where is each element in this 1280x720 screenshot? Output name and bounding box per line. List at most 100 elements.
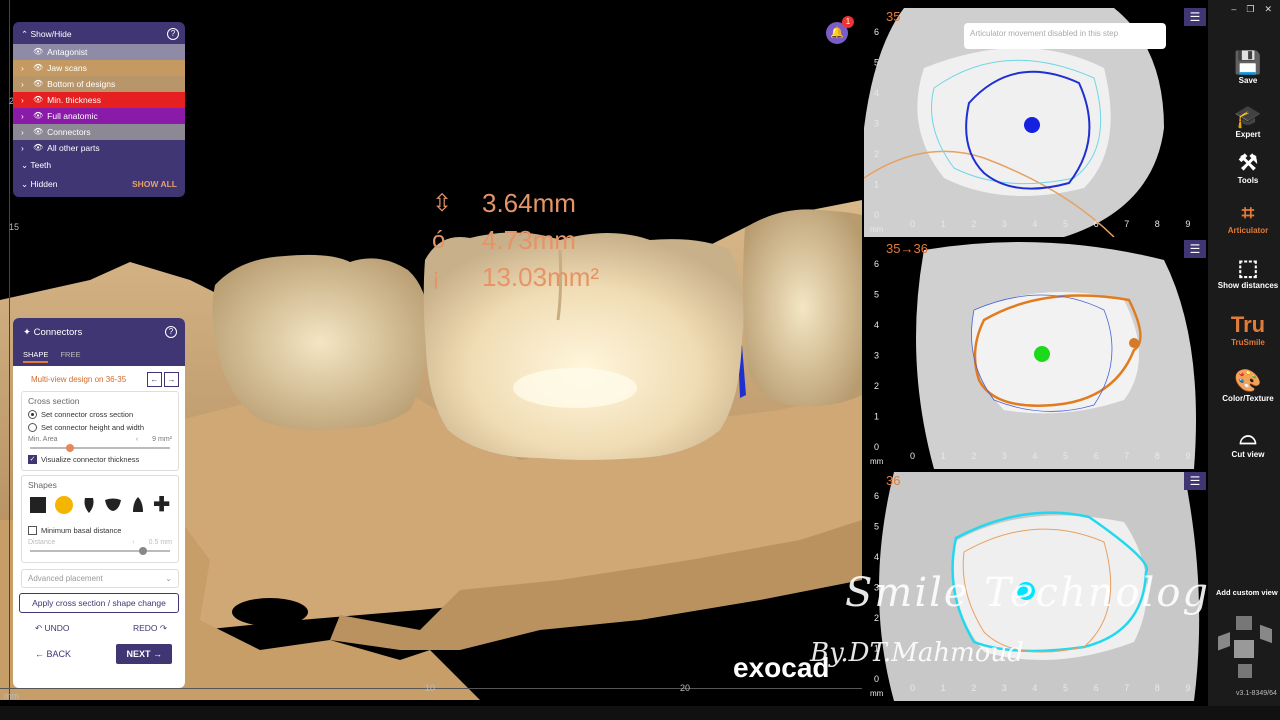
tab-free[interactable]: FREE <box>60 350 80 363</box>
chevron-right-icon[interactable]: › <box>21 92 29 108</box>
toolbar-tools-button[interactable]: ⚒ Tools <box>1208 150 1280 185</box>
shield-shape-icon[interactable] <box>104 498 122 512</box>
toolbar-save-button[interactable]: 💾 Save <box>1208 50 1280 85</box>
layer-row[interactable]: › 👁 All other parts <box>13 140 185 156</box>
redo-label: REDO <box>132 623 158 633</box>
radio-height-width[interactable]: Set connector height and width <box>28 423 172 432</box>
chevron-right-icon[interactable]: › <box>21 60 29 76</box>
axis-tick-x: 5 <box>1063 219 1068 229</box>
distance-labels: Distance ‹ 0.5 mm <box>28 539 172 546</box>
notification-badge: 1 <box>842 16 854 28</box>
view-label: 36 <box>886 473 901 488</box>
layer-row[interactable]: › 👁 Jaw scans <box>13 60 185 76</box>
decrement-icon[interactable]: ‹ <box>136 436 138 443</box>
chevron-right-icon[interactable]: › <box>21 140 29 156</box>
toolbar-show-distances-button[interactable]: ⬚ Show distances <box>1208 255 1280 290</box>
toolbar-label: Show distances <box>1217 281 1279 290</box>
chevron-right-icon[interactable]: › <box>21 124 29 140</box>
radio-label: Set connector cross section <box>41 410 134 419</box>
scan-hole <box>232 598 308 626</box>
next-button[interactable]: NEXT → <box>116 644 172 664</box>
watermark-title: Smile Technology <box>845 570 1235 616</box>
bullet-shape-icon[interactable] <box>132 496 144 514</box>
back-label: BACK <box>46 649 72 659</box>
restore-icon[interactable]: ❐ <box>1246 4 1254 15</box>
view-menu-icon[interactable]: ☰ <box>1184 472 1206 490</box>
arrow-left-icon[interactable]: ← <box>147 372 162 387</box>
bell-icon[interactable]: 🔔 1 <box>826 16 854 44</box>
help-icon[interactable]: ? <box>167 28 179 40</box>
layer-row[interactable]: › 👁 Full anatomic <box>13 108 185 124</box>
view-menu-icon[interactable]: ☰ <box>1184 240 1206 258</box>
layer-row[interactable]: › 👁 Min. thickness <box>13 92 185 108</box>
view-connector-35-36[interactable]: 0 1 2 3 4 5 6 7 8 9 0 1 2 3 4 5 6 mm 35→36 ☰ <box>864 240 1208 469</box>
tab-shape[interactable]: SHAPE <box>23 350 49 363</box>
toolbar-label: Color/Texture <box>1222 394 1274 403</box>
plus-shape-icon[interactable]: ✚ <box>153 495 170 515</box>
min-basal-checkbox[interactable]: Minimum basal distance <box>28 526 172 535</box>
layer-row[interactable]: › 👁 Connectors <box>13 124 185 140</box>
axis-tick-y: 1 <box>874 412 879 422</box>
chevron-right-icon[interactable]: › <box>21 108 29 124</box>
checkbox-label: Visualize connector thickness <box>41 455 140 464</box>
toolbar-cut-view-button[interactable]: ⌓ Cut view <box>1208 424 1280 459</box>
radio-cross-section[interactable]: Set connector cross section <box>28 410 172 419</box>
advanced-placement-dropdown[interactable]: Advanced placement ⌄ <box>21 569 179 588</box>
min-area-slider[interactable] <box>30 444 170 452</box>
undo-label: UNDO <box>44 623 70 633</box>
multi-view-label: Multi-view design on 36-35 <box>31 375 127 384</box>
eye-icon[interactable]: 👁 <box>33 140 43 156</box>
connector-center-dot <box>1034 346 1050 362</box>
square-shape-icon[interactable] <box>30 497 46 513</box>
view-menu-icon[interactable]: ☰ <box>1184 8 1206 26</box>
teeth-group[interactable]: ⌄ Teeth <box>13 156 185 175</box>
checkbox-icon[interactable] <box>28 526 37 535</box>
eye-icon[interactable]: 👁 <box>33 124 43 140</box>
eye-icon[interactable]: 👁 <box>33 44 43 60</box>
eye-icon[interactable]: 👁 <box>33 76 43 92</box>
layer-row[interactable]: 👁 Antagonist <box>13 44 185 60</box>
minimize-icon[interactable]: – <box>1231 4 1236 15</box>
undo-redo-row: ↶ UNDO REDO ↷ <box>13 613 185 634</box>
undo-button[interactable]: ↶ UNDO <box>35 623 70 634</box>
chevron-up-icon[interactable]: ⌃ Show/Hide <box>21 29 72 40</box>
drop-shape-icon[interactable] <box>83 496 95 514</box>
view-orientation-icon[interactable] <box>1214 612 1276 684</box>
radio-icon[interactable] <box>28 423 37 432</box>
axis-tick-x: 7 <box>1124 219 1129 229</box>
toolbar-trusmile-button[interactable]: Tru TruSmile <box>1208 312 1280 347</box>
visualize-thickness-checkbox[interactable]: ✓ Visualize connector thickness <box>28 455 172 464</box>
eye-icon[interactable]: 👁 <box>33 108 43 124</box>
axis-tick-x: 0 <box>910 451 915 461</box>
slider-handle[interactable] <box>66 444 75 452</box>
circle-shape-icon[interactable] <box>55 496 74 514</box>
checkbox-checked-icon[interactable]: ✓ <box>28 455 37 464</box>
toolbar-expert-button[interactable]: 🎓 Expert <box>1208 104 1280 139</box>
eye-icon[interactable]: 👁 <box>33 60 43 76</box>
show-hide-header[interactable]: ⌃ Show/Hide ? <box>13 26 185 44</box>
decrement-icon[interactable]: ‹ <box>132 539 134 546</box>
toolbar-articulator-button[interactable]: ⌗ Articulator <box>1208 200 1280 235</box>
hidden-group[interactable]: ⌄ Hidden SHOW ALL <box>13 175 185 194</box>
axis-tick-x: 8 <box>1155 219 1160 229</box>
back-button[interactable]: ← BACK <box>35 649 71 659</box>
axis-tick-y: 3 <box>874 119 879 129</box>
axis-tick-x: 8 <box>1155 451 1160 461</box>
app-window: 2 15 mm 10 20 ⇳ 3.64mm ó 4.73mm ¡ 13.03m… <box>0 0 1280 720</box>
arrow-right-icon[interactable]: → <box>164 372 179 387</box>
toolbar-color-texture-button[interactable]: 🎨 Color/Texture <box>1208 368 1280 403</box>
eye-icon[interactable]: 👁 <box>33 92 43 108</box>
radio-selected-icon[interactable] <box>28 410 37 419</box>
arrow-left-icon: ← <box>35 649 44 659</box>
help-icon[interactable]: ? <box>165 326 177 338</box>
distance-slider[interactable] <box>30 547 170 555</box>
layer-row[interactable]: › 👁 Bottom of designs <box>13 76 185 92</box>
add-custom-view-button[interactable]: Add custom view <box>1216 588 1278 597</box>
apply-shape-button[interactable]: Apply cross section / shape change <box>19 593 179 613</box>
connector-center-dot <box>1024 117 1040 133</box>
show-all-button[interactable]: SHOW ALL <box>132 175 177 194</box>
close-icon[interactable]: ✕ <box>1264 4 1272 15</box>
chevron-right-icon[interactable]: › <box>21 76 29 92</box>
redo-button[interactable]: REDO ↷ <box>133 623 167 634</box>
slider-handle[interactable] <box>139 547 148 555</box>
